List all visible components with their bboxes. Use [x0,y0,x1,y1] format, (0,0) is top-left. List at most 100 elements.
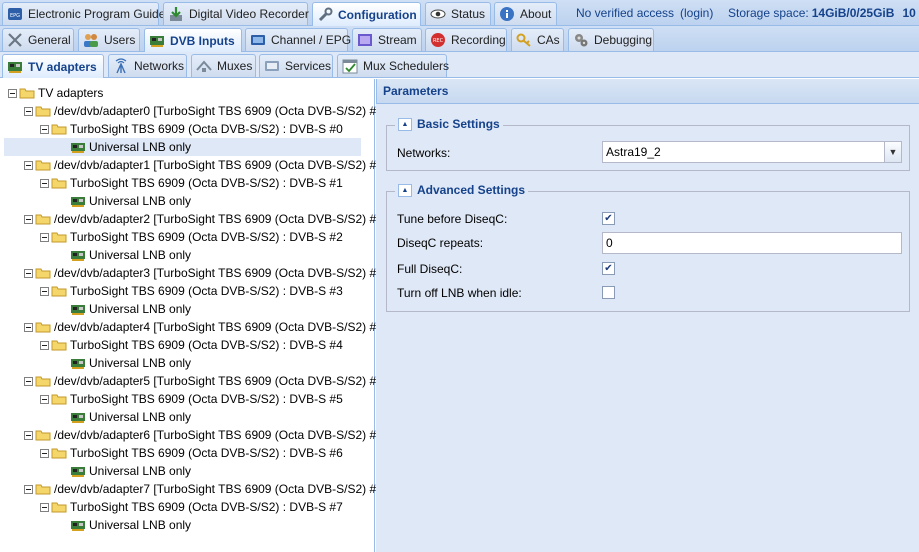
tree-frontend-node[interactable]: TurboSight TBS 6909 (Octa DVB-S/S2) : DV… [40,498,343,516]
dvb-tab-bar: TV adapters Networks Muxes Services Mux … [0,52,919,78]
tv-card-icon [70,465,86,477]
tv-card-icon [70,249,86,261]
parameters-title: Parameters [383,84,449,98]
tree-frontend-node[interactable]: TurboSight TBS 6909 (Octa DVB-S/S2) : DV… [40,228,343,246]
full-diseqc-checkbox[interactable]: ✔ [602,262,615,275]
tab-cas[interactable]: CAs [511,28,564,51]
tab-dvb-inputs[interactable]: DVB Inputs [144,28,242,52]
diseqc-repeats-label: DiseqC repeats: [397,236,484,250]
verified-access-text: No verified access [576,6,675,20]
advanced-settings-fieldset: ▲ Advanced Settings Tune before DiseqC: … [386,183,910,312]
collapse-icon[interactable]: ▲ [398,117,412,131]
login-link-text[interactable]: (login) [680,6,713,20]
tab-services[interactable]: Services [259,54,333,77]
tree-root[interactable]: TV adapters [8,84,103,102]
tab-mux-schedulers[interactable]: Mux Schedulers [337,54,449,77]
debug-icon [573,32,589,48]
login-link[interactable]: (login) [680,0,713,26]
networks-select[interactable]: Astra19_2 ▼ [602,141,902,163]
turn-off-lnb-label: Turn off LNB when idle: [397,286,522,300]
tree-node-label: TurboSight TBS 6909 (Octa DVB-S/S2) : DV… [70,230,343,244]
tree-adapter-node[interactable]: /dev/dvb/adapter2 [TurboSight TBS 6909 (… [24,210,386,228]
tune-before-diseqc-checkbox[interactable]: ✔ [602,212,615,225]
tv-card-icon [149,33,165,49]
tv-card-icon [70,195,86,207]
collapse-toggle-icon[interactable] [40,178,49,188]
tree-adapter-node[interactable]: /dev/dvb/adapter6 [TurboSight TBS 6909 (… [24,426,386,444]
tab-recording[interactable]: REC Recording [425,28,507,51]
tab-muxes[interactable]: Muxes [191,54,256,77]
collapse-toggle-icon[interactable] [40,394,49,404]
tab-about-label: About [520,7,552,21]
tab-general[interactable]: General [2,28,74,51]
tree-frontend-node[interactable]: TurboSight TBS 6909 (Octa DVB-S/S2) : DV… [40,120,343,138]
networks-select-value: Astra19_2 [606,145,661,159]
tree-node-label: Universal LNB only [89,248,192,262]
collapse-toggle-icon[interactable] [24,322,33,332]
collapse-toggle-icon[interactable] [40,286,49,296]
advanced-settings-title: Advanced Settings [417,183,526,197]
tab-configuration[interactable]: Configuration [312,2,421,26]
tv-card-icon [70,303,86,315]
tab-dvr[interactable]: Digital Video Recorder [163,2,309,25]
stream-icon [357,32,373,48]
tab-stream[interactable]: Stream [352,28,422,51]
tv-card-icon [70,519,86,531]
tree-lnb-node[interactable]: Universal LNB only [70,354,191,372]
collapse-toggle-icon[interactable] [24,106,33,116]
tab-debugging[interactable]: Debugging [568,28,654,51]
tree-frontend-node[interactable]: TurboSight TBS 6909 (Octa DVB-S/S2) : DV… [40,174,343,192]
tree-lnb-node[interactable]: Universal LNB only [70,516,191,534]
turn-off-lnb-checkbox[interactable] [602,286,615,299]
tree-node-label: /dev/dvb/adapter2 [TurboSight TBS 6909 (… [54,212,387,226]
tab-status[interactable]: Status [425,2,491,25]
collapse-toggle-icon[interactable] [40,124,49,134]
tab-users[interactable]: Users [78,28,140,51]
collapse-toggle-icon[interactable] [24,268,33,278]
collapse-toggle-icon[interactable] [40,448,49,458]
collapse-toggle-icon[interactable] [24,160,33,170]
collapse-toggle-icon[interactable] [40,502,49,512]
diseqc-repeats-input[interactable] [602,232,902,254]
collapse-toggle-icon[interactable] [40,340,49,350]
tab-epg[interactable]: EPG Electronic Program Guide [2,2,165,25]
tree-node-label: /dev/dvb/adapter3 [TurboSight TBS 6909 (… [54,266,387,280]
tab-networks[interactable]: Networks [108,54,187,77]
tree-lnb-node[interactable]: Universal LNB only [70,300,191,318]
tree-adapter-node[interactable]: /dev/dvb/adapter0 [TurboSight TBS 6909 (… [24,102,386,120]
collapse-toggle-icon[interactable] [8,88,17,98]
collapse-toggle-icon[interactable] [40,232,49,242]
tab-about[interactable]: About [494,2,557,25]
tree-adapter-node[interactable]: /dev/dvb/adapter4 [TurboSight TBS 6909 (… [24,318,386,336]
advanced-settings-legend: ▲ Advanced Settings [395,183,529,197]
tab-recording-label: Recording [451,33,506,47]
collapse-toggle-icon[interactable] [24,484,33,494]
tv-card-icon [70,357,86,369]
tree-frontend-node[interactable]: TurboSight TBS 6909 (Octa DVB-S/S2) : DV… [40,390,343,408]
tree-frontend-node[interactable]: TurboSight TBS 6909 (Octa DVB-S/S2) : DV… [40,444,343,462]
tab-muxes-label: Muxes [217,59,253,73]
tree-lnb-node[interactable]: Universal LNB only [70,192,191,210]
tree-lnb-node[interactable]: Universal LNB only [4,138,361,156]
parameters-body: ▲ Basic Settings Networks: Astra19_2 ▼ ▲… [376,105,919,552]
tree-adapter-node[interactable]: /dev/dvb/adapter1 [TurboSight TBS 6909 (… [24,156,386,174]
tree-adapter-node[interactable]: /dev/dvb/adapter3 [TurboSight TBS 6909 (… [24,264,386,282]
tab-general-label: General [28,33,71,47]
tab-epg-label: Electronic Program Guide [28,7,166,21]
tree-lnb-node[interactable]: Universal LNB only [70,246,191,264]
collapse-toggle-icon[interactable] [24,430,33,440]
dvr-download-icon [168,6,184,22]
tab-tv-adapters[interactable]: TV adapters [2,54,104,78]
tree-adapter-node[interactable]: /dev/dvb/adapter5 [TurboSight TBS 6909 (… [24,372,386,390]
collapse-icon[interactable]: ▲ [398,183,412,197]
tab-channel-epg[interactable]: Channel / EPG [245,28,351,51]
tree-adapter-node[interactable]: /dev/dvb/adapter7 [TurboSight TBS 6909 (… [24,480,386,498]
folder-icon [35,105,51,117]
tree-lnb-node[interactable]: Universal LNB only [70,408,191,426]
collapse-toggle-icon[interactable] [24,376,33,386]
collapse-toggle-icon[interactable] [24,214,33,224]
tree-frontend-node[interactable]: TurboSight TBS 6909 (Octa DVB-S/S2) : DV… [40,336,343,354]
tree-frontend-node[interactable]: TurboSight TBS 6909 (Octa DVB-S/S2) : DV… [40,282,343,300]
tree-lnb-node[interactable]: Universal LNB only [70,462,191,480]
chevron-down-icon[interactable]: ▼ [884,142,901,162]
